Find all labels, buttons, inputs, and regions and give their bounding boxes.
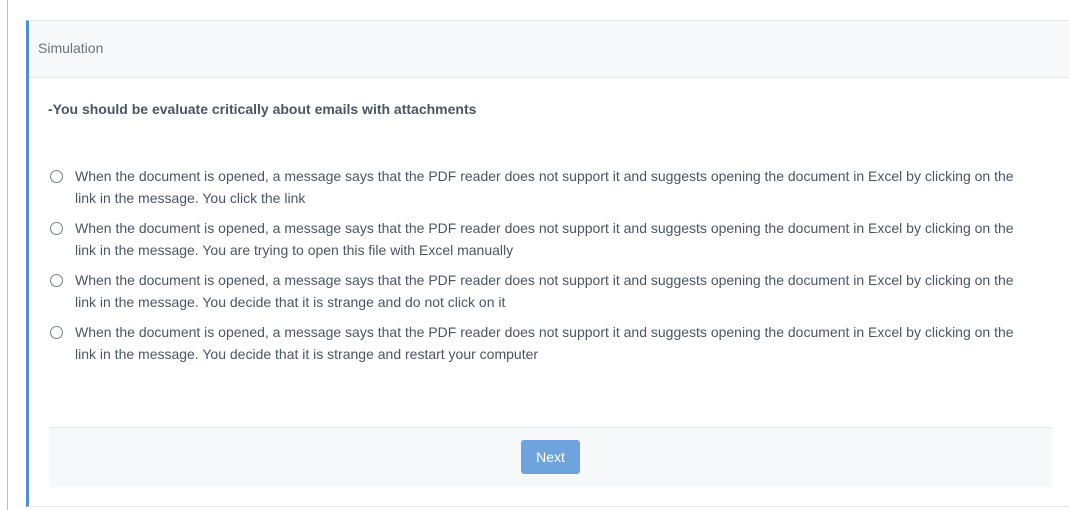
card-header: Simulation [29, 21, 1069, 78]
page: Simulation -You should be evaluate criti… [0, 0, 1069, 510]
answer-options: When the document is opened, a message s… [50, 165, 1040, 373]
answer-option-3[interactable]: When the document is opened, a message s… [50, 269, 1040, 321]
card-footer: Next [49, 427, 1052, 487]
answer-option-1[interactable]: When the document is opened, a message s… [50, 165, 1040, 217]
next-button[interactable]: Next [521, 440, 580, 474]
simulation-card: Simulation -You should be evaluate criti… [26, 20, 1069, 507]
answer-option-2[interactable]: When the document is opened, a message s… [50, 217, 1040, 269]
radio-button-icon[interactable] [50, 326, 63, 339]
answer-option-label[interactable]: When the document is opened, a message s… [75, 321, 1035, 365]
radio-button-icon[interactable] [50, 222, 63, 235]
answer-option-label[interactable]: When the document is opened, a message s… [75, 269, 1035, 313]
radio-button-icon[interactable] [50, 170, 63, 183]
card-title: Simulation [38, 40, 104, 56]
left-divider [7, 0, 8, 510]
answer-option-4[interactable]: When the document is opened, a message s… [50, 321, 1040, 373]
question-text: -You should be evaluate critically about… [48, 101, 477, 117]
radio-button-icon[interactable] [50, 274, 63, 287]
answer-option-label[interactable]: When the document is opened, a message s… [75, 217, 1035, 261]
answer-option-label[interactable]: When the document is opened, a message s… [75, 165, 1035, 209]
